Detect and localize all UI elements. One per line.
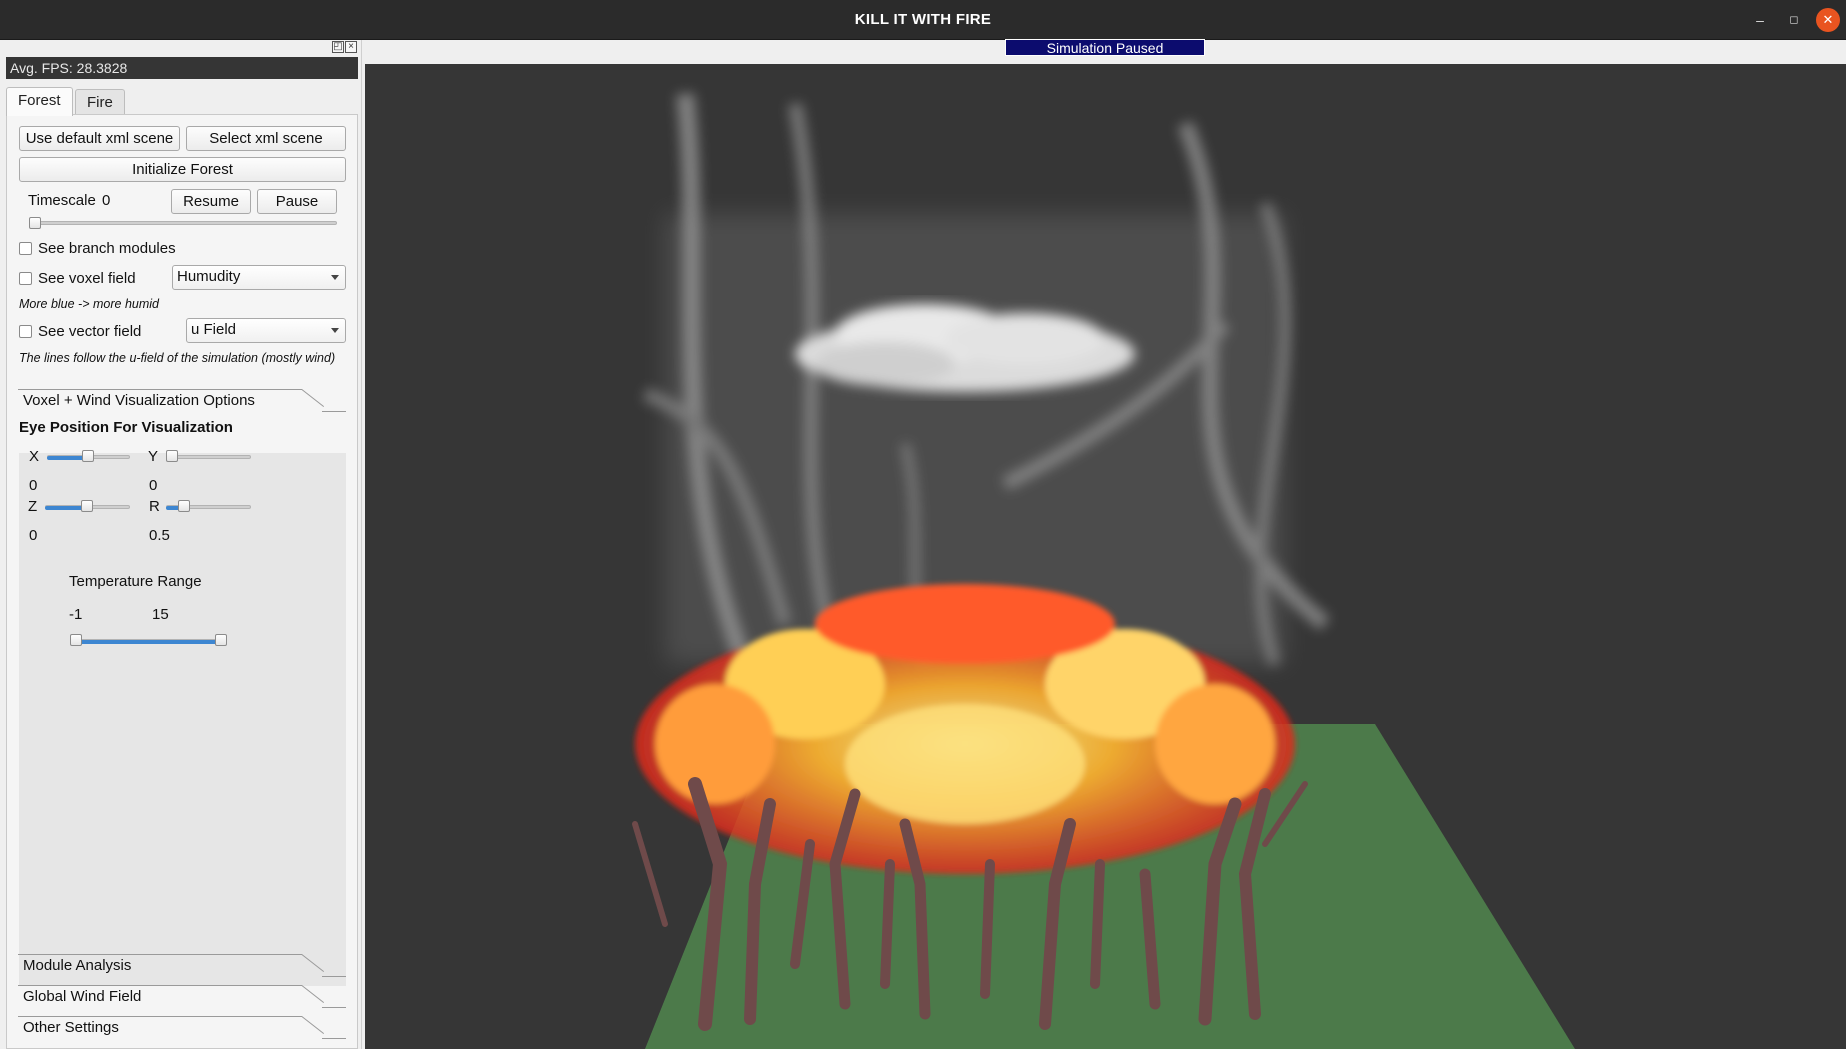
timescale-label: Timescale bbox=[28, 192, 96, 209]
eye-x-slider-handle[interactable] bbox=[82, 450, 94, 462]
section-voxel-wind-label: Voxel + Wind Visualization Options bbox=[23, 392, 255, 409]
temperature-range-label: Temperature Range bbox=[69, 573, 202, 590]
close-button[interactable]: ✕ bbox=[1816, 8, 1840, 32]
temperature-max-value: 15 bbox=[152, 606, 169, 623]
tab-forest[interactable]: Forest bbox=[6, 87, 73, 116]
temperature-min-value: -1 bbox=[69, 606, 83, 623]
voxel-field-select-value: Humudity bbox=[177, 268, 241, 285]
temperature-min-handle[interactable] bbox=[70, 634, 82, 646]
see-voxel-field-label: See voxel field bbox=[38, 270, 136, 287]
eye-r-slider-handle[interactable] bbox=[178, 500, 190, 512]
vector-field-note: The lines follow the u-field of the simu… bbox=[19, 351, 336, 365]
see-voxel-field-checkbox[interactable] bbox=[19, 272, 32, 285]
temperature-max-handle[interactable] bbox=[215, 634, 227, 646]
minimize-button[interactable]: – bbox=[1748, 8, 1772, 32]
eye-y-value: 0 bbox=[149, 477, 158, 494]
close-dock-icon[interactable]: × bbox=[345, 41, 357, 53]
see-branch-modules-checkbox[interactable] bbox=[19, 242, 32, 255]
forest-fire-scene bbox=[632, 92, 1575, 1049]
eye-x-label: X bbox=[29, 448, 40, 465]
voxel-wind-section-body bbox=[19, 453, 346, 986]
temperature-range-fill bbox=[76, 640, 221, 644]
section-module-analysis-label: Module Analysis bbox=[23, 957, 132, 974]
chevron-down-icon bbox=[331, 328, 339, 333]
eye-z-slider-fill bbox=[45, 506, 83, 510]
eye-r-value: 0.5 bbox=[149, 527, 170, 544]
chevron-down-icon bbox=[331, 275, 339, 280]
fps-readout: Avg. FPS: 28.3828 bbox=[6, 57, 358, 79]
use-default-xml-button[interactable]: Use default xml scene bbox=[19, 126, 180, 151]
dock-controls: ◰ × bbox=[331, 41, 357, 53]
resume-button[interactable]: Resume bbox=[171, 189, 251, 214]
section-voxel-wind[interactable]: Voxel + Wind Visualization Options bbox=[18, 389, 346, 414]
eye-z-value: 0 bbox=[29, 527, 38, 544]
section-module-analysis[interactable]: Module Analysis bbox=[18, 954, 346, 979]
section-other-settings-label: Other Settings bbox=[23, 1019, 119, 1036]
panel-tabs: Forest Fire bbox=[6, 87, 125, 116]
section-global-wind[interactable]: Global Wind Field bbox=[18, 985, 346, 1010]
vector-field-select[interactable]: u Field bbox=[186, 318, 346, 343]
section-other-settings[interactable]: Other Settings bbox=[18, 1016, 346, 1041]
simulation-viewport[interactable] bbox=[365, 64, 1846, 1049]
select-xml-button[interactable]: Select xml scene bbox=[186, 126, 346, 151]
simulation-status-banner: Simulation Paused bbox=[1005, 39, 1205, 56]
vector-field-select-value: u Field bbox=[191, 321, 237, 338]
eye-r-label: R bbox=[149, 498, 160, 515]
eye-y-label: Y bbox=[148, 448, 159, 465]
voxel-field-select[interactable]: Humudity bbox=[172, 265, 346, 290]
timescale-value: 0 bbox=[102, 192, 111, 209]
see-branch-modules-label: See branch modules bbox=[38, 240, 176, 257]
see-vector-field-label: See vector field bbox=[38, 323, 142, 340]
eye-position-heading: Eye Position For Visualization bbox=[19, 419, 233, 436]
eye-z-label: Z bbox=[28, 498, 38, 515]
pause-button[interactable]: Pause bbox=[257, 189, 337, 214]
float-dock-icon[interactable]: ◰ bbox=[332, 41, 344, 53]
eye-z-slider-handle[interactable] bbox=[81, 500, 93, 512]
eye-x-value: 0 bbox=[29, 477, 38, 494]
window-title: KILL IT WITH FIRE bbox=[854, 11, 992, 28]
timescale-slider-handle[interactable] bbox=[29, 217, 41, 229]
see-vector-field-checkbox[interactable] bbox=[19, 325, 32, 338]
timescale-slider[interactable] bbox=[29, 221, 337, 225]
tab-fire[interactable]: Fire bbox=[74, 89, 125, 116]
eye-y-slider-handle[interactable] bbox=[166, 450, 178, 462]
eye-y-slider[interactable] bbox=[166, 455, 251, 459]
voxel-field-note: More blue -> more humid bbox=[19, 297, 159, 311]
section-global-wind-label: Global Wind Field bbox=[23, 988, 142, 1005]
control-panel: ◰ × Avg. FPS: 28.3828 Forest Fire Use def… bbox=[0, 40, 362, 1049]
window-titlebar: KILL IT WITH FIRE – ◻ ✕ bbox=[0, 0, 1846, 40]
initialize-forest-button[interactable]: Initialize Forest bbox=[19, 157, 346, 182]
maximize-button[interactable]: ◻ bbox=[1782, 8, 1806, 32]
